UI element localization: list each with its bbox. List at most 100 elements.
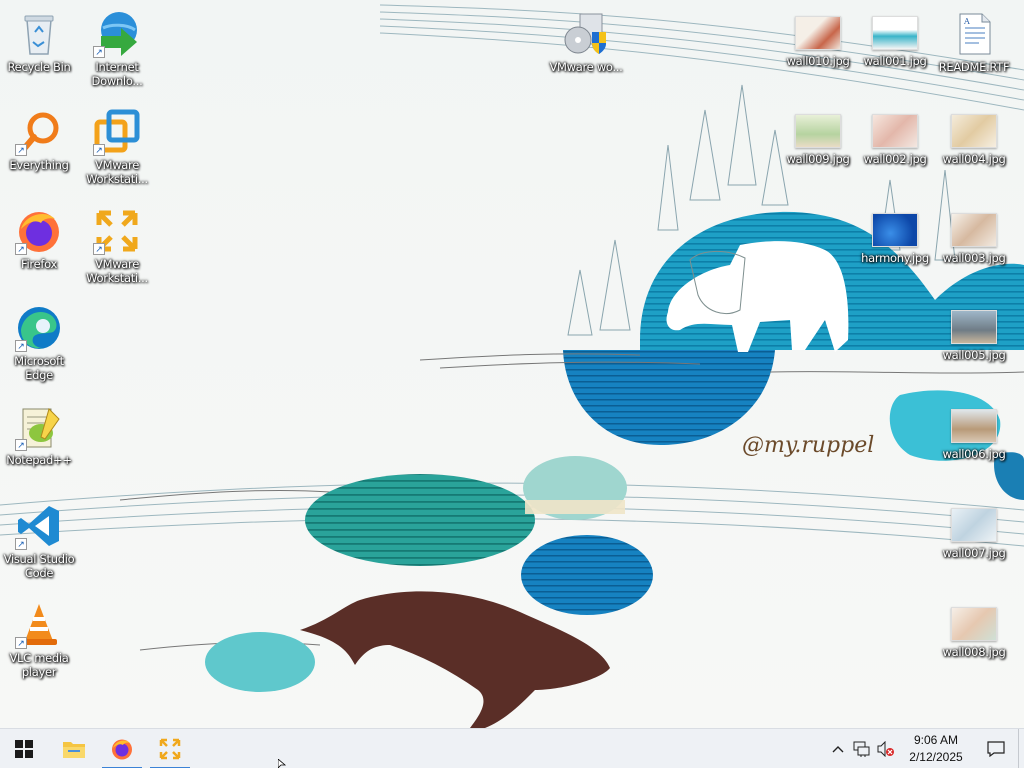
desktop-icon-notepad-plus-plus[interactable]: ↗ Notepad++ xyxy=(1,399,77,491)
notepad-plus-plus-icon: ↗ xyxy=(15,403,63,451)
show-desktop-button[interactable] xyxy=(1018,728,1024,768)
icon-label: wall003.jpg xyxy=(942,251,1006,265)
icon-label: wall008.jpg xyxy=(942,645,1006,659)
taskbar-clock[interactable]: 9:06 AM 2/12/2025 xyxy=(898,732,974,766)
taskbar-vmware[interactable] xyxy=(146,729,194,768)
desktop-icon-firefox[interactable]: ↗ Firefox xyxy=(1,203,77,295)
icon-label: Visual Studio Code xyxy=(3,552,75,580)
taskbar: 9:06 AM 2/12/2025 xyxy=(0,728,1024,768)
icon-label: wall001.jpg xyxy=(863,54,927,68)
icon-label: VMware Workstati... xyxy=(86,257,148,285)
desktop-icon-vmware-workstation[interactable]: ↗ VMware Workstati... xyxy=(79,104,155,196)
desktop-icon-microsoft-edge[interactable]: ↗ Microsoft Edge xyxy=(1,300,77,392)
vmware-installer-icon xyxy=(562,10,610,58)
firefox-icon xyxy=(112,739,132,759)
clock-time: 9:06 AM xyxy=(913,732,959,747)
windows-start-icon xyxy=(15,739,33,758)
shortcut-arrow-icon: ↗ xyxy=(93,46,105,58)
image-thumbnail-icon xyxy=(795,114,841,148)
shortcut-arrow-icon: ↗ xyxy=(15,538,27,550)
icon-label: VLC media player xyxy=(9,651,69,679)
icon-label: Firefox xyxy=(21,257,57,271)
icon-label: Notepad++ xyxy=(6,453,72,467)
svg-text:A: A xyxy=(963,17,970,26)
icon-label: wall002.jpg xyxy=(863,152,927,166)
icon-label: wall006.jpg xyxy=(942,447,1006,461)
icon-label: VMware wo... xyxy=(549,60,623,74)
desktop-file-harmony[interactable]: harmony.jpg xyxy=(857,203,933,295)
image-thumbnail-icon xyxy=(951,508,997,542)
recycle-bin-icon xyxy=(15,10,63,58)
show-hidden-icons-chevron-icon[interactable] xyxy=(826,729,850,768)
taskbar-firefox[interactable] xyxy=(98,729,146,768)
icon-label: harmony.jpg xyxy=(861,251,929,265)
icon-label: Microsoft Edge xyxy=(14,354,64,382)
icon-label: wall007.jpg xyxy=(942,546,1006,560)
icon-label: Everything xyxy=(9,158,69,172)
image-thumbnail-icon xyxy=(951,607,997,641)
desktop-icon-everything[interactable]: ↗ Everything xyxy=(1,104,77,196)
vmware-player-icon: ↗ xyxy=(93,207,141,255)
shortcut-arrow-icon: ↗ xyxy=(15,439,27,451)
network-icon[interactable] xyxy=(850,729,874,768)
icon-label: wall004.jpg xyxy=(942,152,1006,166)
desktop-icon-vlc[interactable]: ↗ VLC media player xyxy=(1,597,77,689)
taskbar-file-explorer[interactable] xyxy=(50,729,98,768)
vmware-workstation-icon: ↗ xyxy=(93,108,141,156)
system-tray: 9:06 AM 2/12/2025 xyxy=(826,728,1024,768)
desktop-icon-vmware-player[interactable]: ↗ VMware Workstati... xyxy=(79,203,155,295)
desktop-icon-visual-studio-code[interactable]: ↗ Visual Studio Code xyxy=(1,498,77,590)
desktop-file-wall004[interactable]: wall004.jpg xyxy=(936,104,1012,196)
desktop-file-wall009[interactable]: wall009.jpg xyxy=(780,104,856,196)
desktop-file-wall005[interactable]: wall005.jpg xyxy=(936,300,1012,392)
firefox-icon: ↗ xyxy=(15,207,63,255)
desktop-file-wall008[interactable]: wall008.jpg xyxy=(936,597,1012,689)
folder-icon xyxy=(63,741,85,758)
icon-label: VMware Workstati... xyxy=(86,158,148,186)
internet-download-manager-icon: ↗ xyxy=(93,10,141,58)
image-thumbnail-icon xyxy=(872,16,918,50)
mouse-cursor-icon xyxy=(278,759,287,768)
wallpaper-signature: @my.ruppel xyxy=(742,433,874,458)
vmware-icon xyxy=(159,738,181,759)
desktop-icon-recycle-bin[interactable]: Recycle Bin xyxy=(1,6,77,98)
everything-search-icon: ↗ xyxy=(15,108,63,156)
desktop-icon-internet-download-manager[interactable]: ↗ Internet Downlo... xyxy=(79,6,155,98)
desktop-file-wall001[interactable]: wall001.jpg xyxy=(857,6,933,98)
icon-label: wall009.jpg xyxy=(786,152,850,166)
icon-label: README.RTF xyxy=(938,60,1010,74)
image-thumbnail-icon xyxy=(795,16,841,50)
desktop-icon-vmware-installer[interactable]: VMware wo... xyxy=(546,6,626,98)
icon-label: Recycle Bin xyxy=(7,60,71,74)
shortcut-arrow-icon: ↗ xyxy=(15,340,27,352)
shortcut-arrow-icon: ↗ xyxy=(93,243,105,255)
volume-muted-icon[interactable] xyxy=(874,729,898,768)
shortcut-arrow-icon: ↗ xyxy=(93,144,105,156)
edge-icon: ↗ xyxy=(15,304,63,352)
shortcut-arrow-icon: ↗ xyxy=(15,243,27,255)
shortcut-arrow-icon: ↗ xyxy=(15,637,27,649)
desktop-file-wall007[interactable]: wall007.jpg xyxy=(936,498,1012,590)
desktop-file-wall003[interactable]: wall003.jpg xyxy=(936,203,1012,295)
image-thumbnail-icon xyxy=(872,213,918,247)
image-thumbnail-icon xyxy=(872,114,918,148)
image-thumbnail-icon xyxy=(951,213,997,247)
desktop-file-wall006[interactable]: wall006.jpg xyxy=(936,399,1012,491)
desktop-file-wall010[interactable]: wall010.jpg xyxy=(780,6,856,98)
desktop-file-readme[interactable]: A README.RTF xyxy=(936,6,1012,98)
action-center-button[interactable] xyxy=(974,729,1018,768)
shortcut-arrow-icon: ↗ xyxy=(15,144,27,156)
vlc-icon: ↗ xyxy=(15,601,63,649)
icon-label: wall005.jpg xyxy=(942,348,1006,362)
icon-label: wall010.jpg xyxy=(786,54,850,68)
start-button[interactable] xyxy=(0,729,48,768)
image-thumbnail-icon xyxy=(951,409,997,443)
clock-date: 2/12/2025 xyxy=(909,749,963,764)
image-thumbnail-icon xyxy=(951,310,997,344)
rtf-document-icon: A xyxy=(950,10,998,58)
icon-label: Internet Downlo... xyxy=(91,60,143,88)
desktop-file-wall002[interactable]: wall002.jpg xyxy=(857,104,933,196)
vscode-icon: ↗ xyxy=(15,502,63,550)
notification-icon xyxy=(987,740,1005,757)
image-thumbnail-icon xyxy=(951,114,997,148)
